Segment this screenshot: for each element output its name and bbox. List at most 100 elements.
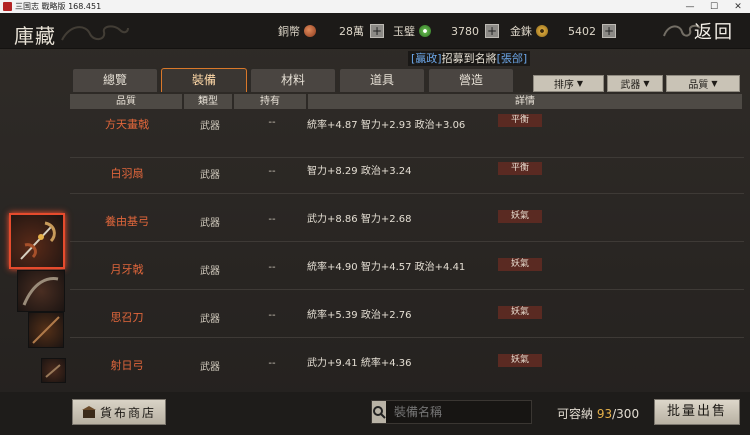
- currency-shop-button[interactable]: 貨布商店: [72, 399, 166, 425]
- table-row[interactable]: 白羽扇 武器 -- 智力+8.29 政治+3.24 平衡: [70, 146, 744, 194]
- item-type: 武器: [200, 362, 220, 373]
- tab-construction[interactable]: 營造: [428, 68, 514, 92]
- item-preview-thumb[interactable]: [28, 312, 64, 348]
- item-stats: 武力+9.41 統率+4.36: [307, 358, 412, 369]
- filter-bar: 排序 ▼ 武器 ▼ 品質 ▼: [533, 75, 743, 92]
- column-owned: 持有: [234, 94, 306, 109]
- app-icon: [3, 2, 12, 11]
- item-type: 武器: [200, 266, 220, 277]
- table-row[interactable]: 射日弓 武器 -- 武力+9.41 統率+4.36 妖氣: [70, 338, 744, 386]
- selected-item-preview[interactable]: [9, 213, 65, 269]
- add-jade-button[interactable]: +: [485, 24, 499, 38]
- item-owner: --: [268, 166, 276, 177]
- item-name: 養由基弓: [105, 215, 149, 228]
- recruit-notice: [贏政]招募到名將[張郃]: [408, 51, 531, 66]
- bow-weapon-icon: [20, 221, 56, 260]
- search-icon: [373, 406, 386, 419]
- spear-weapon-icon: [32, 316, 60, 344]
- table-row[interactable]: 養由基弓 武器 -- 武力+8.86 智力+2.68 妖氣: [70, 194, 744, 242]
- equipment-list[interactable]: 方天畫戟 武器 -- 統率+4.87 智力+2.93 政治+3.06 平衡 白羽…: [70, 110, 744, 388]
- capacity-total: /300: [612, 407, 640, 421]
- item-attribute-badge: 妖氣: [498, 210, 542, 223]
- quality-filter-label: 品質: [688, 80, 709, 91]
- item-owner: --: [268, 310, 276, 321]
- tab-items[interactable]: 道具: [339, 68, 425, 92]
- cloud-ornament-icon: [61, 25, 129, 41]
- chevron-down-icon: ▼: [711, 79, 718, 88]
- item-type: 武器: [200, 170, 220, 181]
- currency-shop-label: 貨布商店: [99, 405, 156, 420]
- currency-value: 5402: [568, 24, 596, 38]
- bulk-sell-button[interactable]: 批量出售: [654, 399, 740, 425]
- currency-label: 金銖: [510, 25, 532, 38]
- capacity-used: 93: [596, 407, 613, 421]
- item-attribute-badge: 妖氣: [498, 354, 542, 367]
- equipment-search: [371, 400, 546, 424]
- game-window: 三国志 戰略版 168.451 — ☐ ✕ 庫藏 銅幣 28萬 + 玉璧 378…: [0, 0, 750, 435]
- chevron-down-icon: ▼: [576, 79, 584, 88]
- item-stats: 智力+8.29 政治+3.24: [307, 166, 412, 177]
- table-header: 品質 類型 持有 詳情: [70, 94, 744, 109]
- search-button[interactable]: [372, 401, 386, 423]
- currency-label: 玉璧: [393, 25, 415, 38]
- weapon-filter-dropdown[interactable]: 武器 ▼: [607, 75, 663, 92]
- item-stats: 武力+8.86 智力+2.68: [307, 214, 412, 225]
- close-icon[interactable]: ✕: [726, 0, 750, 13]
- chevron-down-icon: ▼: [643, 79, 650, 88]
- recruit-text: 招募到名將: [441, 52, 497, 65]
- item-name: 射日弓: [110, 359, 144, 372]
- item-attribute-badge: 妖氣: [498, 306, 542, 319]
- table-row[interactable]: 月牙戟 武器 -- 統率+4.90 智力+4.57 政治+4.41 妖氣: [70, 242, 744, 290]
- add-copper-button[interactable]: +: [370, 24, 384, 38]
- item-name: 月牙戟: [110, 263, 144, 276]
- tab-overview[interactable]: 總覽: [72, 68, 158, 92]
- item-owner: --: [268, 358, 276, 369]
- maximize-icon[interactable]: ☐: [702, 0, 726, 13]
- item-owner: --: [268, 117, 276, 128]
- currency-gold: 金銖 5402 +: [510, 21, 616, 41]
- column-quality: 品質: [70, 94, 182, 109]
- gold-coin-icon: [536, 25, 548, 37]
- shop-icon: [81, 406, 96, 418]
- back-button[interactable]: 返回: [662, 18, 740, 44]
- item-preview-thumb[interactable]: [41, 358, 66, 383]
- cloud-ornament-icon: [663, 24, 701, 37]
- minimize-icon[interactable]: —: [678, 0, 702, 13]
- page-title: 庫藏: [14, 24, 56, 48]
- axe-weapon-icon: [45, 364, 61, 378]
- search-input[interactable]: [386, 405, 546, 419]
- capacity-label: 可容納: [557, 407, 594, 421]
- weapon-filter-label: 武器: [620, 80, 641, 91]
- column-type: 類型: [184, 94, 232, 109]
- tab-equipment[interactable]: 裝備: [161, 68, 247, 92]
- recruited-hero: [張郃]: [496, 52, 528, 65]
- currency-copper: 銅幣 28萬 +: [278, 21, 384, 41]
- item-attribute-badge: 平衡: [498, 114, 542, 127]
- currency-value: 3780: [451, 24, 479, 38]
- tab-materials[interactable]: 材料: [250, 68, 336, 92]
- item-name: 白羽扇: [110, 167, 144, 180]
- item-owner: --: [268, 214, 276, 225]
- item-preview-thumb[interactable]: [17, 270, 65, 312]
- item-stats: 統率+4.87 智力+2.93 政治+3.06: [307, 120, 466, 131]
- jade-icon: [419, 25, 431, 37]
- item-stats: 統率+5.39 政治+2.76: [307, 310, 412, 321]
- item-name: 方天畫戟: [105, 118, 149, 131]
- item-type: 武器: [200, 121, 220, 132]
- recruiter-name: [贏政]: [411, 52, 442, 65]
- table-row[interactable]: 思召刀 武器 -- 統率+5.39 政治+2.76 妖氣: [70, 290, 744, 338]
- sort-dropdown[interactable]: 排序 ▼: [533, 75, 604, 92]
- item-name: 思召刀: [110, 311, 144, 324]
- item-attribute-badge: 妖氣: [498, 258, 542, 271]
- sort-label: 排序: [553, 80, 574, 91]
- window-title: 三国志 戰略版 168.451: [15, 2, 102, 11]
- quality-filter-dropdown[interactable]: 品質 ▼: [666, 75, 740, 92]
- column-details: 詳情: [308, 94, 742, 109]
- category-tabs: 總覽 裝備 材料 道具 營造: [72, 68, 517, 92]
- item-type: 武器: [200, 314, 220, 325]
- currency-value: 28萬: [339, 25, 364, 38]
- copper-coin-icon: [304, 25, 316, 37]
- capacity-indicator: 可容納 93/300: [557, 405, 639, 422]
- add-gold-button[interactable]: +: [602, 24, 616, 38]
- item-owner: --: [268, 262, 276, 273]
